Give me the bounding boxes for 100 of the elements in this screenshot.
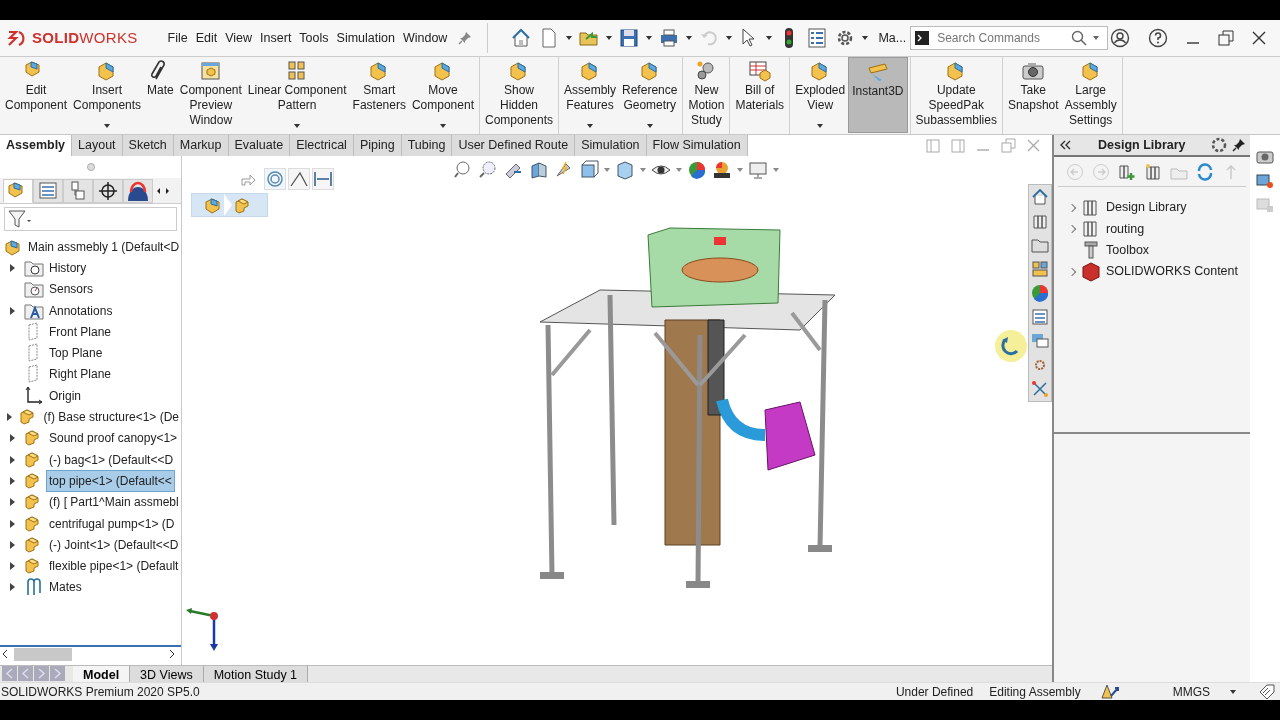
caret-icon[interactable] [1093, 36, 1100, 40]
collapse-handle-icon[interactable] [86, 163, 95, 171]
user-menu[interactable]: Ma... [874, 26, 911, 50]
expand-arrow-icon[interactable] [9, 476, 15, 485]
ribbon-button[interactable]: Show Hidden Components [481, 57, 556, 133]
network-icon[interactable] [1031, 380, 1049, 398]
ribbon-button[interactable]: Assembly Features [561, 57, 620, 133]
caret-icon[interactable] [646, 124, 653, 128]
panel-tab[interactable] [123, 179, 153, 203]
caret-icon[interactable] [686, 36, 693, 40]
video-camera-icon[interactable] [1256, 171, 1274, 189]
caret-icon[interactable] [439, 124, 446, 128]
ribbon-button[interactable]: Move Component [408, 57, 477, 133]
command-tab[interactable]: Flow Simulation [646, 135, 748, 156]
menu-item[interactable]: Window [398, 26, 452, 50]
tree-item[interactable]: top pipe<1> (Default<< [47, 470, 174, 491]
expand-arrow-icon[interactable] [9, 562, 15, 571]
tree-item[interactable]: Sound proof canopy<1> [47, 428, 180, 449]
menu-item[interactable]: View [221, 26, 257, 50]
caret-icon[interactable] [817, 124, 824, 128]
ribbon-button[interactable]: Component Preview Window [176, 57, 245, 133]
command-tab[interactable]: Piping [353, 135, 402, 156]
add-library-icon[interactable] [1118, 162, 1136, 181]
pin-icon[interactable] [1232, 138, 1246, 152]
tree-item[interactable]: Mates [47, 577, 84, 598]
caret-icon[interactable] [646, 36, 653, 40]
tree-item[interactable]: Main assmebly 1 (Default<D [26, 236, 182, 257]
caret-icon[interactable] [606, 36, 613, 40]
property-list-icon[interactable] [1031, 308, 1049, 326]
library-icon[interactable] [1144, 162, 1162, 181]
menu-item[interactable]: Tools [295, 26, 333, 50]
ribbon-button[interactable]: Reference Geometry [619, 57, 681, 133]
settings-icon[interactable] [1210, 136, 1228, 154]
tree-item[interactable]: (-) bag<1> (Default<<D [47, 449, 176, 470]
caret-icon[interactable] [587, 124, 593, 128]
ribbon-button[interactable]: Mate [144, 57, 177, 133]
tree-item[interactable]: SOLIDWORKS Content [1104, 261, 1240, 282]
restore-icon[interactable] [1218, 30, 1234, 46]
tag-icon[interactable] [1258, 683, 1276, 700]
caret-icon[interactable] [862, 36, 869, 40]
filter-icon[interactable] [7, 209, 33, 229]
tree-item[interactable]: routing [1104, 218, 1147, 240]
expand-arrow-icon[interactable] [9, 540, 15, 549]
tile-left-icon[interactable] [926, 138, 940, 153]
ribbon-button[interactable]: New Motion Study [685, 57, 728, 133]
tree-item[interactable]: Top Plane [47, 343, 105, 364]
tree-item[interactable]: Right Plane [47, 364, 114, 385]
section-view-icon[interactable] [529, 160, 549, 180]
breadcrumb-bar[interactable] [191, 193, 268, 217]
ribbon-button[interactable]: Large Assembly Settings [1061, 57, 1120, 133]
view-tab[interactable]: 3D Views [130, 666, 204, 682]
home-icon[interactable] [1031, 188, 1049, 206]
ribbon-button[interactable]: Edit Component [2, 57, 71, 133]
collapse-icon[interactable] [1058, 139, 1072, 151]
tree-item[interactable]: Front Plane [47, 321, 114, 342]
zoom-area-icon[interactable] [479, 160, 499, 180]
command-tab[interactable]: Sketch [122, 135, 174, 156]
search-input[interactable]: Search Commands [935, 28, 1066, 48]
command-tab[interactable]: Tubing [401, 135, 453, 156]
menu-item[interactable]: Simulation [332, 26, 399, 50]
list-icon[interactable] [806, 27, 829, 49]
expand-arrow-icon[interactable] [9, 455, 15, 464]
tree-item[interactable]: Sensors [47, 279, 96, 300]
tree-item[interactable]: Origin [47, 385, 83, 406]
view-palette-icon[interactable] [1031, 260, 1049, 278]
scroll-right-icon[interactable] [167, 649, 177, 659]
command-tab[interactable]: Layout [72, 135, 123, 156]
display-style-icon[interactable] [615, 160, 635, 180]
tree-item[interactable]: Annotations [47, 300, 115, 321]
circle-icon[interactable] [264, 168, 286, 190]
caret-icon[interactable] [294, 124, 301, 128]
library-icon[interactable] [1031, 212, 1049, 230]
ribbon-button[interactable]: Instant3D [848, 57, 908, 133]
chat-icon[interactable] [1031, 332, 1049, 350]
tree-item[interactable]: History [47, 257, 89, 278]
scrollbar-thumb[interactable] [14, 647, 72, 661]
edit-appearance-icon[interactable] [687, 160, 707, 180]
monitor-icon[interactable] [748, 160, 768, 180]
tree-item[interactable]: Design Library [1104, 197, 1189, 218]
command-tab[interactable]: Markup [173, 135, 229, 156]
caret-icon[interactable] [1230, 689, 1236, 694]
appearance-icon[interactable] [1031, 284, 1049, 302]
command-tab[interactable]: Electrical [290, 135, 354, 156]
angle-icon[interactable] [288, 168, 310, 190]
rebuild-warning-icon[interactable] [1100, 683, 1121, 700]
view-tab[interactable]: Motion Study 1 [203, 666, 309, 682]
ribbon-button[interactable]: Exploded View [792, 57, 849, 133]
view-tab[interactable]: Model [73, 666, 131, 682]
expand-arrow-icon[interactable] [9, 306, 15, 315]
caret-icon[interactable] [766, 36, 773, 40]
user-icon[interactable] [1110, 28, 1130, 48]
tree-item[interactable]: (f) [ Part1^Main assmebl [47, 492, 181, 513]
tile-right-icon[interactable] [951, 138, 965, 153]
tree-item[interactable]: Toolbox [1104, 239, 1152, 261]
panel-tab[interactable] [93, 179, 123, 203]
save-icon[interactable] [618, 27, 641, 49]
expand-arrow-icon[interactable] [9, 434, 15, 443]
expand-arrow-icon[interactable] [6, 413, 12, 421]
scene-icon[interactable] [712, 160, 732, 180]
units-selector[interactable]: MMGS [1172, 682, 1210, 701]
